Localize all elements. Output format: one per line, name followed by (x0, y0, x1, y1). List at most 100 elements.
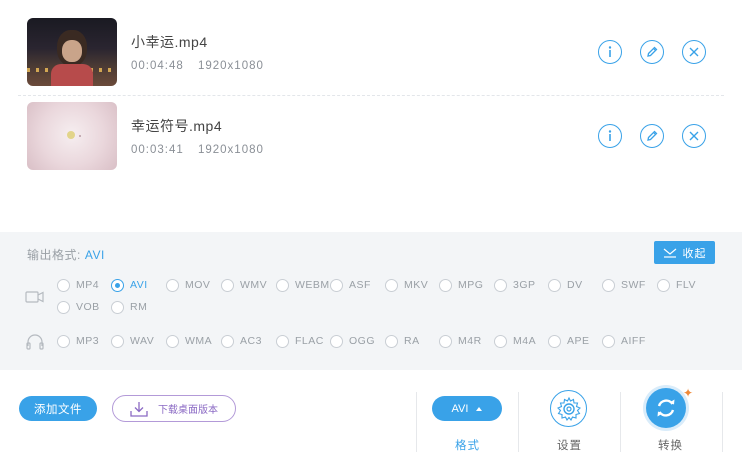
refresh-icon (657, 399, 675, 417)
edit-button[interactable] (640, 124, 664, 148)
gear-icon (556, 396, 581, 421)
radio-button[interactable] (57, 334, 70, 348)
download-desktop-button[interactable]: 下载桌面版本 (112, 395, 236, 422)
video-icon (25, 290, 45, 309)
radio-button[interactable] (111, 300, 124, 314)
format-option[interactable]: FLV (657, 277, 696, 293)
output-format-label: 输出格式: AVI (27, 246, 105, 263)
format-option-label: AVI (130, 279, 148, 291)
radio-button[interactable] (385, 334, 398, 348)
radio-button[interactable] (657, 278, 670, 292)
format-option-label: VOB (76, 301, 100, 313)
format-option[interactable]: 3GP (494, 277, 536, 293)
radio-button[interactable] (330, 334, 343, 348)
format-option-label: ASF (349, 279, 371, 291)
file-name: 小幸运.mp4 (131, 34, 208, 50)
format-option-label: WEBM (295, 279, 330, 291)
collapse-icon (663, 248, 676, 258)
format-option[interactable]: MPG (439, 277, 483, 293)
radio-button[interactable] (602, 334, 615, 348)
format-option-label: WAV (130, 335, 155, 347)
file-name: 幸运符号.mp4 (131, 118, 223, 134)
radio-button[interactable] (111, 278, 124, 292)
format-option-label: MPG (458, 279, 484, 291)
download-icon (130, 401, 148, 417)
radio-button[interactable] (548, 278, 561, 292)
format-option[interactable]: RA (385, 333, 420, 349)
output-format-caption: 输出格式: (27, 248, 81, 262)
format-option-label: MKV (404, 279, 429, 291)
format-select-value: AVI (451, 402, 469, 415)
info-button[interactable] (598, 124, 622, 148)
info-icon (608, 46, 612, 57)
remove-button[interactable] (682, 124, 706, 148)
settings-label: 设置 (557, 440, 582, 452)
format-option[interactable]: APE (548, 333, 590, 349)
info-button[interactable] (598, 40, 622, 64)
format-option[interactable]: ASF (330, 277, 371, 293)
format-option-label: M4R (458, 335, 482, 347)
format-option[interactable]: MP3 (57, 333, 99, 349)
format-option[interactable]: OGG (330, 333, 375, 349)
format-option[interactable]: WMV (221, 277, 267, 293)
format-option-label: WMV (240, 279, 268, 291)
format-option-label: MP4 (76, 279, 100, 291)
format-option[interactable]: AVI (111, 277, 148, 293)
file-meta: 00:04:48 1920x1080 (131, 60, 274, 72)
format-label: 格式 (455, 440, 480, 452)
radio-button[interactable] (221, 278, 234, 292)
radio-button[interactable] (57, 300, 70, 314)
radio-button[interactable] (494, 278, 507, 292)
headphones-icon (25, 334, 45, 355)
convert-label: 转换 (658, 440, 683, 452)
radio-button[interactable] (166, 278, 179, 292)
radio-button[interactable] (221, 334, 234, 348)
format-option[interactable]: DV (548, 277, 583, 293)
format-option[interactable]: AIFF (602, 333, 646, 349)
radio-button[interactable] (494, 334, 507, 348)
bottom-toolbar: 添加文件 下载桌面版本 AVI 格式 设置 ✦ 转换 (0, 370, 742, 460)
radio-button[interactable] (385, 278, 398, 292)
file-row: 小幸运.mp4 00:04:48 1920x1080 (18, 12, 724, 92)
format-option[interactable]: WAV (111, 333, 154, 349)
format-option-label: AC3 (240, 335, 262, 347)
edit-icon (647, 46, 658, 57)
file-meta: 00:03:41 1920x1080 (131, 144, 274, 156)
collapse-button[interactable]: 收起 (654, 241, 715, 264)
format-option[interactable]: RM (111, 299, 147, 315)
edit-button[interactable] (640, 40, 664, 64)
radio-button[interactable] (548, 334, 561, 348)
radio-button[interactable] (276, 334, 289, 348)
format-option-label: MOV (185, 279, 211, 291)
format-option[interactable]: MKV (385, 277, 428, 293)
format-option[interactable]: M4A (494, 333, 536, 349)
radio-button[interactable] (439, 334, 452, 348)
remove-button[interactable] (682, 40, 706, 64)
format-option[interactable]: WEBM (276, 277, 330, 293)
info-icon (608, 130, 612, 141)
format-option[interactable]: WMA (166, 333, 212, 349)
edit-icon (647, 130, 658, 141)
format-option-label: WMA (185, 335, 213, 347)
format-option[interactable]: AC3 (221, 333, 262, 349)
format-option-label: FLV (676, 279, 696, 291)
format-option[interactable]: VOB (57, 299, 100, 315)
format-option[interactable]: FLAC (276, 333, 324, 349)
radio-button[interactable] (330, 278, 343, 292)
format-option[interactable]: MOV (166, 277, 210, 293)
format-option[interactable]: M4R (439, 333, 482, 349)
settings-button[interactable] (550, 390, 587, 427)
add-file-button[interactable]: 添加文件 (19, 396, 97, 421)
file-duration: 00:03:41 (131, 144, 184, 156)
radio-button[interactable] (57, 278, 70, 292)
radio-button[interactable] (166, 334, 179, 348)
sparkle-icon: ✦ (683, 386, 694, 400)
radio-button[interactable] (439, 278, 452, 292)
format-option[interactable]: SWF (602, 277, 646, 293)
format-select[interactable]: AVI (432, 396, 502, 421)
radio-button[interactable] (602, 278, 615, 292)
convert-button[interactable] (646, 388, 686, 428)
radio-button[interactable] (276, 278, 289, 292)
radio-button[interactable] (111, 334, 124, 348)
format-option[interactable]: MP4 (57, 277, 99, 293)
